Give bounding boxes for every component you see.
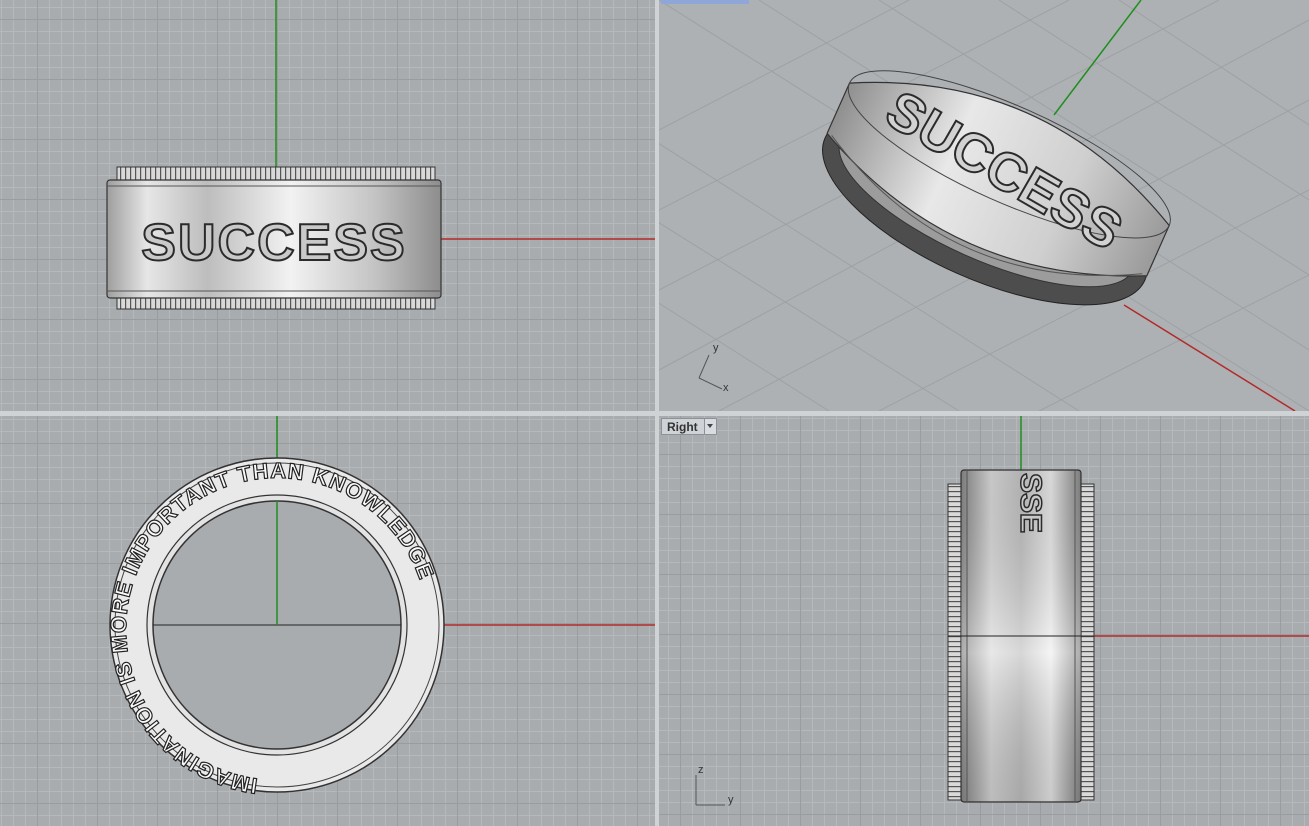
perspective-viewport[interactable]: SUCCESS x y bbox=[659, 0, 1309, 411]
viewport-label-right[interactable]: Right bbox=[661, 418, 717, 435]
right-teeth bbox=[1079, 483, 1095, 801]
perspective-axis-gizmo bbox=[698, 354, 723, 390]
right-z-label: z bbox=[698, 764, 704, 776]
perspective-y-label: y bbox=[713, 342, 719, 354]
perspective-viewport-canvas: SUCCESS bbox=[659, 0, 1309, 411]
front-engraving: SUCCESS bbox=[141, 214, 406, 272]
left-teeth bbox=[947, 483, 963, 801]
perspective-x-label: x bbox=[723, 382, 729, 394]
viewport-tab-indicator bbox=[661, 0, 749, 4]
front-viewport-canvas: SUCCESS bbox=[106, 0, 655, 310]
y-axis-line bbox=[1053, 0, 1142, 116]
right-axis-gizmo bbox=[695, 775, 725, 806]
right-viewport[interactable]: SSE Right z y bbox=[659, 416, 1309, 826]
right-engraving: SSE bbox=[1014, 473, 1047, 533]
upper-teeth bbox=[116, 166, 436, 182]
right-viewport-canvas: SSE bbox=[695, 416, 1309, 806]
front-viewport[interactable]: SUCCESS bbox=[0, 0, 655, 411]
x-axis-line bbox=[1123, 304, 1296, 411]
top-viewport-canvas: IMAGINATION IS MORE IMPORTANT THAN KNOWL… bbox=[105, 416, 655, 799]
right-y-label: y bbox=[728, 794, 734, 806]
viewport-label-text: Right bbox=[667, 419, 698, 434]
top-viewport[interactable]: IMAGINATION IS MORE IMPORTANT THAN KNOWL… bbox=[0, 416, 655, 826]
chevron-down-icon[interactable] bbox=[703, 419, 716, 434]
